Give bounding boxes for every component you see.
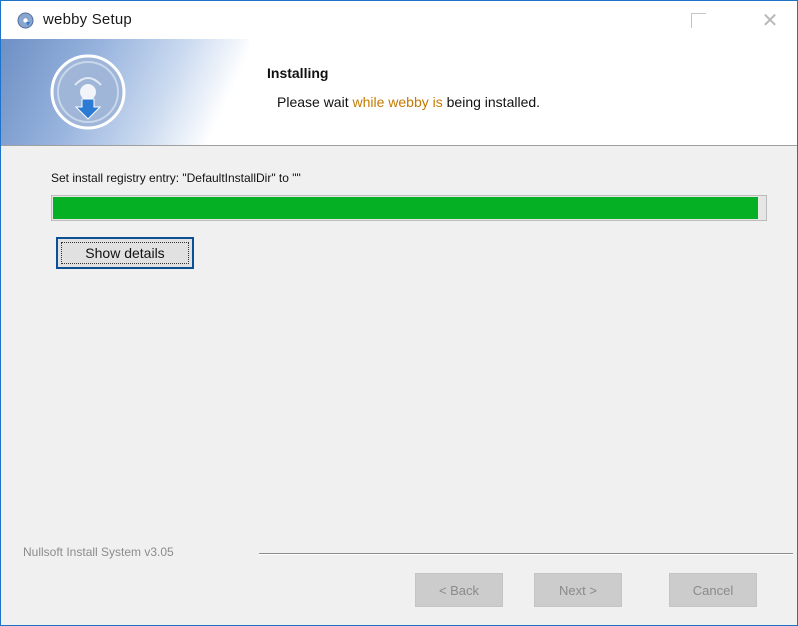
back-button[interactable]: < Back xyxy=(415,573,503,607)
maximize-icon xyxy=(690,12,706,28)
installer-window: webby Setup ✕ Installing Please wait whi… xyxy=(0,0,798,626)
nsis-branding-text: Nullsoft Install System v3.05 xyxy=(23,545,174,559)
subtitle-accent: while webby is xyxy=(352,94,443,110)
installer-disc-icon xyxy=(50,54,126,130)
page-subtitle: Please wait while webby is being install… xyxy=(277,94,540,110)
cancel-button[interactable]: Cancel xyxy=(669,573,757,607)
page-title: Installing xyxy=(267,65,329,81)
install-progress-bar xyxy=(51,195,767,221)
installer-disc-icon xyxy=(17,12,34,29)
show-details-button[interactable]: Show details xyxy=(56,237,194,269)
window-title: webby Setup xyxy=(43,11,132,28)
title-bar: webby Setup ✕ xyxy=(1,1,797,39)
header-banner-graphic xyxy=(1,39,249,145)
maximize-button[interactable] xyxy=(675,1,721,39)
next-button[interactable]: Next > xyxy=(534,573,622,607)
installer-header: Installing Please wait while webby is be… xyxy=(1,39,797,146)
footer-divider xyxy=(259,553,793,555)
subtitle-prefix: Please wait xyxy=(277,94,353,110)
install-status-text: Set install registry entry: "DefaultInst… xyxy=(51,171,301,185)
close-button[interactable]: ✕ xyxy=(747,1,793,39)
close-icon: ✕ xyxy=(761,9,779,32)
subtitle-suffix: being installed. xyxy=(442,94,541,110)
progress-fill xyxy=(53,197,758,219)
